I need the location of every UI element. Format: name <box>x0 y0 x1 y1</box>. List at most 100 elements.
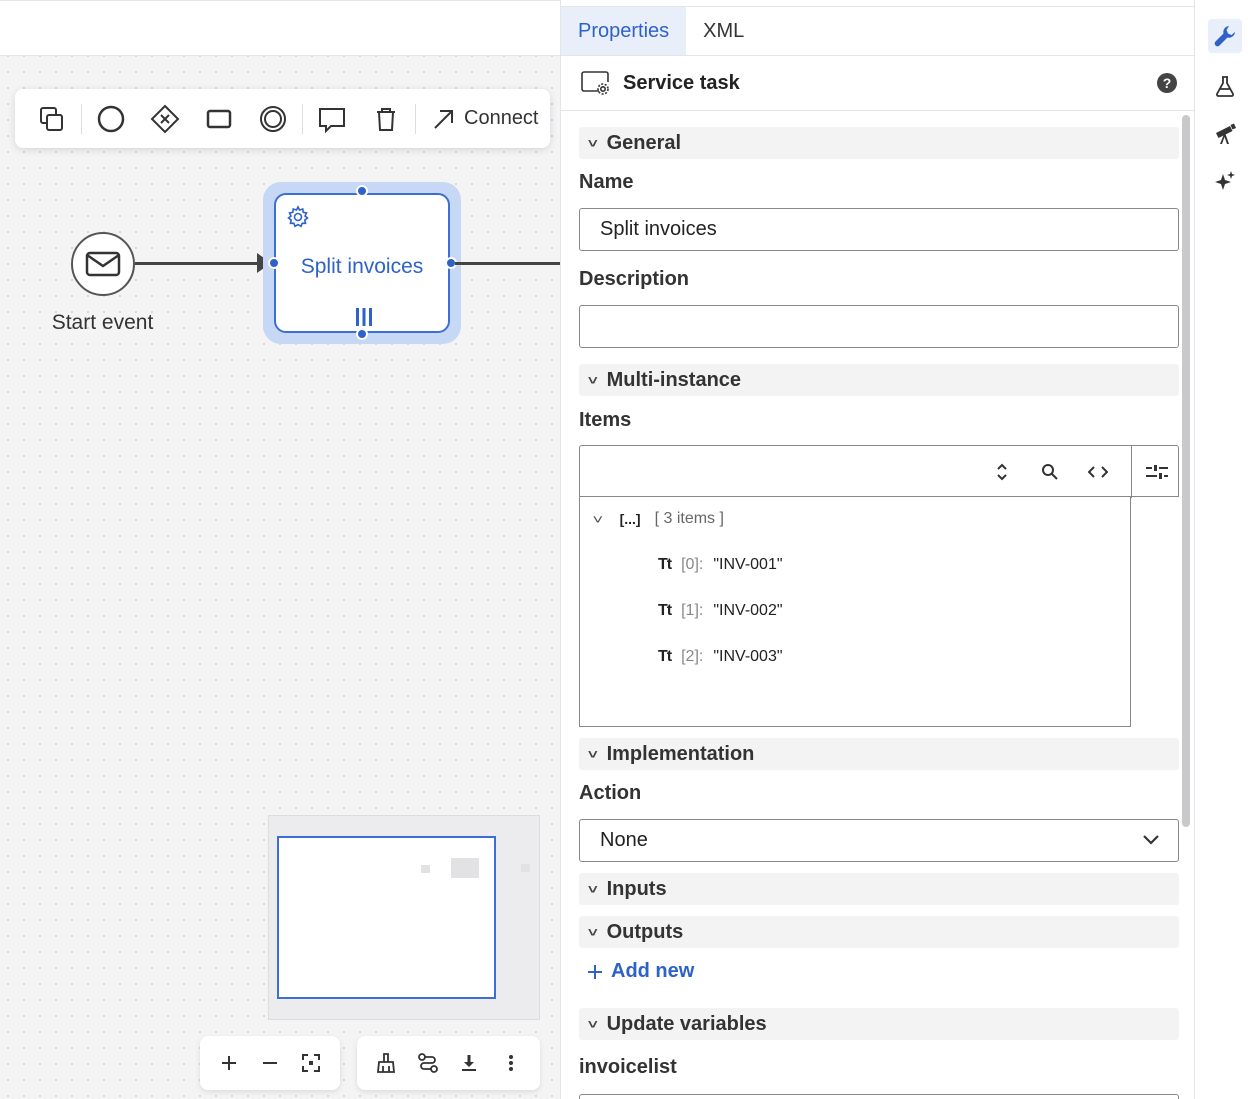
item-count: [ 3 items ] <box>654 510 724 527</box>
item-index: [0]: <box>681 556 704 573</box>
task-tool-button[interactable] <box>192 89 246 148</box>
section-inputs[interactable]: ˅ Inputs <box>579 873 1179 905</box>
action-select[interactable]: None <box>579 819 1179 862</box>
rail-properties-button[interactable] <box>1208 19 1242 53</box>
more-options-button[interactable] <box>491 1043 531 1083</box>
items-label: Items <box>579 409 632 431</box>
toolbar-divider <box>415 103 416 134</box>
end-event-tool-button[interactable] <box>246 89 300 148</box>
rail-observe-button[interactable] <box>1208 117 1242 151</box>
invoicelist-field[interactable] <box>579 1094 1179 1099</box>
chevron-down-icon <box>1143 835 1159 845</box>
outgoing-sequence-flow[interactable] <box>455 262 560 265</box>
chevron-down-icon: ˅ <box>587 372 598 388</box>
panel-title: Service task <box>623 71 740 94</box>
canvas-topbar <box>0 0 560 56</box>
item-index: [2]: <box>681 648 704 665</box>
action-selected-value: None <box>600 829 648 851</box>
telescope-icon <box>1216 123 1236 144</box>
lasso-icon <box>40 106 63 131</box>
auto-layout-button[interactable] <box>408 1043 448 1083</box>
section-implementation[interactable]: ˅ Implementation <box>579 738 1179 770</box>
items-editor: ˅ [...] [ 3 items ] Tt [0]: "INV-001" Tt… <box>579 445 1179 727</box>
task-label: Split invoices <box>300 255 424 278</box>
annotation-icon <box>319 107 345 133</box>
tab-properties[interactable]: Properties <box>561 7 687 55</box>
connection-handle-top[interactable] <box>356 185 368 197</box>
gear-icon <box>287 205 309 228</box>
chevron-down-icon: ˅ <box>587 746 598 762</box>
connection-handle-bottom[interactable] <box>356 328 368 340</box>
zoom-out-button[interactable] <box>250 1043 290 1083</box>
double-circle-icon <box>260 105 286 132</box>
start-event-tool-button[interactable] <box>84 89 138 148</box>
name-label: Name <box>579 171 634 193</box>
tree-item-row[interactable]: Tt [1]: "INV-002" <box>658 602 783 620</box>
unfold-icon <box>997 463 1007 481</box>
section-title: Inputs <box>606 877 667 900</box>
annotation-tool-button[interactable] <box>305 89 359 148</box>
lasso-tool-button[interactable] <box>25 89 79 148</box>
cleanup-button[interactable] <box>366 1043 406 1083</box>
delete-tool-button[interactable] <box>359 89 413 148</box>
arrow-up-right-icon <box>434 109 453 129</box>
section-general[interactable]: ˅ General <box>579 127 1179 159</box>
items-input[interactable] <box>579 445 1179 498</box>
properties-panel: Properties XML Service task ? ˅ General … <box>560 0 1195 1099</box>
fit-view-button[interactable] <box>291 1043 331 1083</box>
code-view-button[interactable] <box>1085 459 1111 485</box>
tree-root-row[interactable]: ˅ [...] [ 3 items ] <box>592 510 724 528</box>
panel-header: Service task ? <box>561 56 1195 111</box>
rectangle-icon <box>206 109 232 128</box>
input-settings-button[interactable] <box>1144 459 1170 485</box>
minimap-event <box>421 865 430 873</box>
expand-collapse-button[interactable] <box>989 459 1015 485</box>
section-outputs[interactable]: ˅ Outputs <box>579 916 1179 948</box>
minimap-viewport[interactable] <box>277 836 496 999</box>
item-index: [1]: <box>681 602 704 619</box>
service-task-node[interactable]: Split invoices <box>274 193 450 333</box>
rail-test-button[interactable] <box>1208 69 1242 103</box>
section-update-variables[interactable]: ˅ Update variables <box>579 1008 1179 1040</box>
connect-button[interactable]: Connect <box>418 107 549 131</box>
add-new-output-button[interactable]: Add new <box>587 960 694 983</box>
sequence-flow[interactable] <box>135 262 267 265</box>
panel-tabs: Properties XML <box>561 6 1195 56</box>
more-vertical-icon <box>509 1055 514 1071</box>
zoom-in-button[interactable] <box>209 1043 249 1083</box>
start-event-node[interactable] <box>71 232 135 296</box>
download-button[interactable] <box>449 1043 489 1083</box>
broom-icon <box>376 1053 395 1073</box>
service-task-icon <box>581 71 609 95</box>
minimap[interactable] <box>268 815 540 1020</box>
minimap-shape <box>521 864 530 872</box>
panel-scrollbar[interactable] <box>1182 115 1190 827</box>
section-title: Outputs <box>606 920 684 943</box>
items-tree: ˅ [...] [ 3 items ] Tt [0]: "INV-001" Tt… <box>579 496 1131 727</box>
description-label: Description <box>579 268 690 290</box>
item-value: "INV-002" <box>713 602 783 619</box>
section-multi-instance[interactable]: ˅ Multi-instance <box>579 364 1179 396</box>
tab-xml[interactable]: XML <box>686 7 761 55</box>
rail-ai-button[interactable] <box>1208 164 1242 198</box>
connection-handle-left[interactable] <box>268 257 280 269</box>
tree-item-row[interactable]: Tt [0]: "INV-001" <box>658 556 783 574</box>
description-field[interactable] <box>579 305 1179 348</box>
help-icon[interactable]: ? <box>1157 73 1177 93</box>
start-event-label: Start event <box>51 311 154 334</box>
section-title: Multi-instance <box>606 368 742 391</box>
diagram-canvas[interactable]: Connect Start event Split invoices <box>0 0 560 1099</box>
chevron-down-icon: ˅ <box>587 1016 598 1032</box>
gateway-tool-button[interactable] <box>138 89 192 148</box>
add-new-label: Add new <box>611 960 695 982</box>
route-icon <box>417 1053 438 1073</box>
tree-item-row[interactable]: Tt [2]: "INV-003" <box>658 648 783 666</box>
name-field[interactable]: Split invoices <box>579 208 1179 251</box>
fit-view-icon <box>302 1054 321 1072</box>
plus-icon <box>588 964 602 979</box>
search-button[interactable] <box>1037 459 1063 485</box>
minimap-task <box>451 858 479 878</box>
chevron-down-icon: ˅ <box>587 135 598 151</box>
chevron-down-icon: ˅ <box>587 881 598 897</box>
flask-icon <box>1216 76 1234 97</box>
